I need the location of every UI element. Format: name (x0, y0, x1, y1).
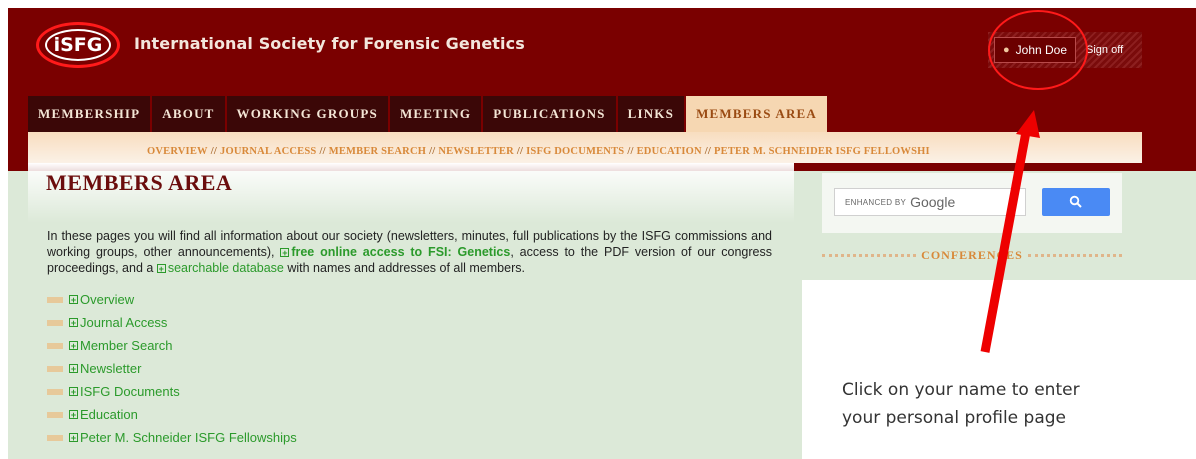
plus-box-icon: + (69, 364, 78, 374)
user-box: ● John Doe Sign off (988, 32, 1142, 68)
plus-box-icon: + (69, 318, 78, 328)
annotation-box (802, 280, 1196, 459)
tab-about[interactable]: ABOUT (152, 96, 225, 132)
search-icon (1069, 195, 1082, 208)
tab-members-area[interactable]: MEMBERS AREA (686, 96, 828, 132)
subnav-member-search[interactable]: MEMBER SEARCH (329, 146, 426, 157)
searchable-database-link[interactable]: searchable database (168, 261, 284, 275)
list-bullet (47, 342, 63, 349)
logo-inner-ring: iSFG (45, 29, 111, 61)
site-title[interactable]: International Society for Forensic Genet… (134, 34, 525, 53)
search-button[interactable] (1042, 188, 1110, 216)
plus-box-icon: + (69, 410, 78, 420)
plus-box-icon: + (69, 387, 78, 397)
plus-box-icon: + (69, 341, 78, 351)
google-label: Google (910, 194, 956, 210)
list-bullet (47, 365, 63, 372)
tab-links[interactable]: LINKS (617, 96, 685, 132)
subnav: OVERVIEW//JOURNAL ACCESS//MEMBER SEARCH /… (147, 146, 930, 157)
tab-meeting[interactable]: MEETING (389, 96, 482, 132)
plus-box-icon: + (69, 433, 78, 443)
list-item-overview[interactable]: + Overview (47, 288, 297, 311)
list-item-label: ISFG Documents (80, 384, 180, 399)
list-item-label: Member Search (80, 338, 173, 353)
subnav-isfg-documents[interactable]: ISFG DOCUMENTS (526, 146, 624, 157)
annotation-line-1: Click on your name to enter (842, 380, 1080, 400)
subnav-separator: // (704, 146, 712, 157)
tab-membership[interactable]: MEMBERSHIP (28, 96, 151, 132)
user-name: John Doe (1015, 43, 1068, 57)
list-bullet (47, 411, 63, 418)
logo-text: iSFG (53, 34, 103, 56)
subnav-separator: // (516, 146, 524, 157)
fsi-genetics-link[interactable]: free online access to FSI: Genetics (291, 245, 510, 259)
subnav-journal-access[interactable]: JOURNAL ACCESS (220, 146, 316, 157)
list-item-member-search[interactable]: + Member Search (47, 334, 297, 357)
list-item-label: Journal Access (80, 315, 168, 330)
user-icon: ● (1003, 44, 1010, 56)
subnav-separator: // (429, 146, 436, 157)
sign-off-link[interactable]: Sign off (1086, 44, 1123, 56)
subnav-newsletter[interactable]: NEWSLETTER (438, 146, 514, 157)
list-bullet (47, 388, 63, 395)
tab-publications[interactable]: PUBLICATIONS (483, 96, 616, 132)
plus-box-icon: + (280, 248, 290, 258)
list-bullet (47, 434, 63, 441)
annotation-line-2: your personal profile page (842, 408, 1067, 428)
intro-text: with names and addresses of all members. (283, 261, 525, 275)
plus-box-icon: + (156, 264, 166, 274)
subnav-education[interactable]: EDUCATION (637, 146, 702, 157)
page-title: MEMBERS AREA (46, 170, 233, 195)
subnav-separator: // (627, 146, 634, 157)
list-item-label: Newsletter (80, 361, 142, 376)
list-item-newsletter[interactable]: + Newsletter (47, 357, 297, 380)
main-nav: MEMBERSHIP ABOUT WORKING GROUPS MEETING … (28, 96, 829, 132)
divider (822, 253, 917, 257)
subnav-overview[interactable]: OVERVIEW (147, 146, 208, 157)
site-logo[interactable]: iSFG (36, 22, 120, 68)
conferences-header: CONFERENCES (822, 248, 1122, 262)
tab-working-groups[interactable]: WORKING GROUPS (226, 96, 388, 132)
list-item-isfg-documents[interactable]: + ISFG Documents (47, 380, 297, 403)
list-item-education[interactable]: + Education (47, 403, 297, 426)
list-item-journal-access[interactable]: + Journal Access (47, 311, 297, 334)
subnav-fellowships[interactable]: PETER M. SCHNEIDER ISFG FELLOWSHI (714, 146, 930, 157)
divider (1027, 253, 1122, 257)
plus-box-icon: + (69, 295, 78, 305)
subnav-separator: // (210, 146, 217, 157)
user-name-button[interactable]: ● John Doe (994, 37, 1077, 63)
list-item-label: Peter M. Schneider ISFG Fellowships (80, 430, 297, 445)
search-input[interactable]: ENHANCED BY Google (834, 188, 1026, 216)
list-item-label: Education (80, 407, 138, 422)
intro-paragraph: In these pages you will find all informa… (47, 228, 772, 276)
list-item-fellowships[interactable]: + Peter M. Schneider ISFG Fellowships (47, 426, 297, 449)
subnav-separator: // (319, 146, 326, 157)
search-enhanced-label: ENHANCED BY (845, 197, 907, 207)
list-bullet (47, 296, 63, 303)
list-bullet (47, 319, 63, 326)
annotation-text: Click on your name to enter your persona… (842, 376, 1142, 432)
conferences-label[interactable]: CONFERENCES (916, 248, 1028, 263)
list-item-label: Overview (80, 292, 135, 307)
members-list: + Overview + Journal Access + Member Search… (47, 288, 297, 449)
